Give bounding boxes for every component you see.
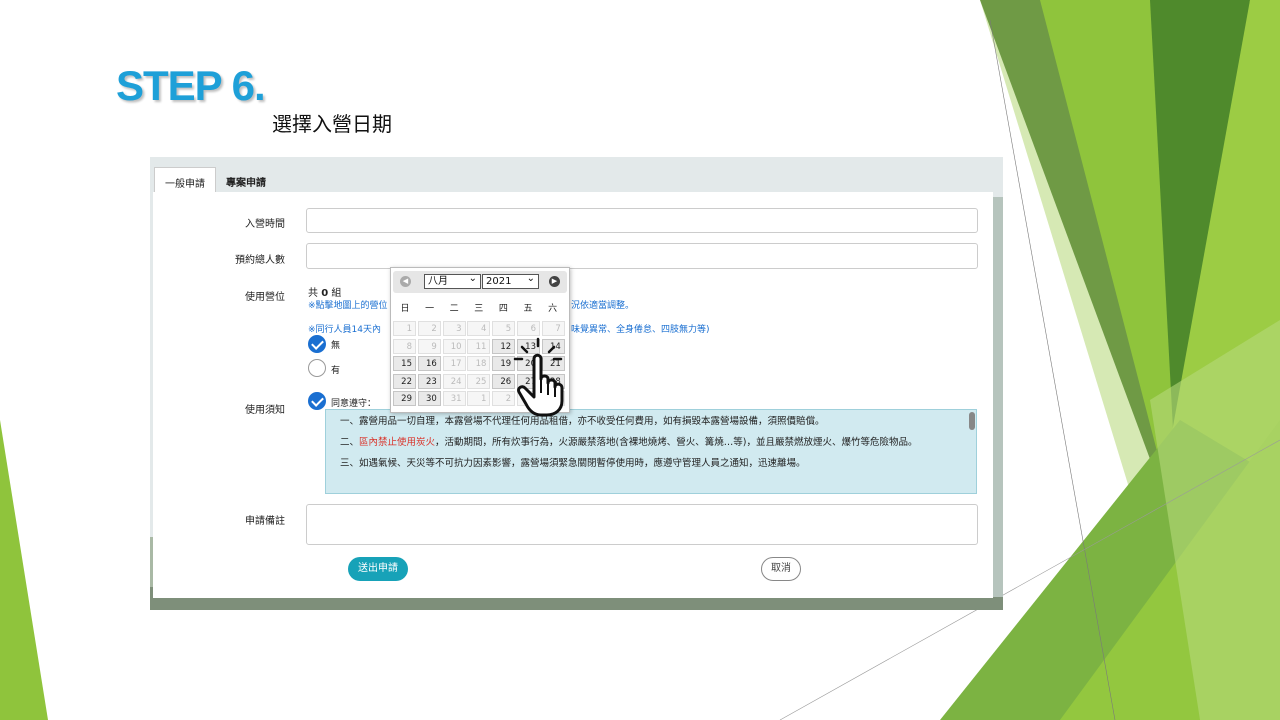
notice-scrollbar[interactable] xyxy=(969,412,975,430)
calendar-day[interactable]: 22 xyxy=(393,373,416,389)
cancel-button[interactable]: 取消 xyxy=(761,557,801,581)
pointing-hand-icon xyxy=(513,337,564,417)
year-select[interactable]: 2021 xyxy=(482,272,539,289)
companion-note: ※同行人員14天內 xyxy=(308,325,381,335)
camp-time-input[interactable] xyxy=(306,208,978,233)
health-none-label: 無 xyxy=(331,341,341,351)
calendar-day: 7 xyxy=(541,321,565,336)
weekday-label: 五 xyxy=(523,304,533,314)
health-yes-label: 有 xyxy=(331,366,341,376)
remark-textarea[interactable] xyxy=(306,504,978,545)
health-none-radio[interactable] xyxy=(308,335,326,353)
calendar-day[interactable]: 15 xyxy=(393,356,416,372)
site-count: 共 0 組 xyxy=(308,288,342,299)
calendar-day: 4 xyxy=(467,321,491,336)
submit-button[interactable]: 送出申請 xyxy=(348,557,408,581)
tab-project-application[interactable]: 專案申請 xyxy=(216,167,276,193)
calendar-day: 1 xyxy=(393,321,416,336)
calendar-day: 17 xyxy=(442,356,466,372)
health-yes-radio[interactable] xyxy=(308,359,326,377)
people-count-input[interactable] xyxy=(306,243,978,269)
step-title: STEP 6. xyxy=(116,62,266,109)
form-screenshot: 一般申請 專案申請 入營時間 預約總人數 使用營位 共 0 組 ※點擊地圖上的營… xyxy=(150,157,1003,610)
calendar-day: 1 xyxy=(467,391,491,407)
rule-item: 一、露營用品一切自理，本露營場不代理任何用品租借，亦不收受任何費用，如有損毀本露… xyxy=(340,416,825,427)
rules-label: 使用須知 xyxy=(245,405,285,416)
rules-notice[interactable]: 一、露營用品一切自理，本露營場不代理任何用品租借，亦不收受任何費用，如有損毀本露… xyxy=(325,409,977,494)
slide: STEP 6. 選擇入營日期 一般申請 專案申請 入營時間 預約總人數 使用營位… xyxy=(0,0,1280,720)
tab-bar: 一般申請 專案申請 xyxy=(154,167,276,193)
people-label: 預約總人數 xyxy=(235,255,285,266)
agree-checkbox[interactable] xyxy=(308,392,326,410)
calendar-day: 11 xyxy=(467,338,491,354)
calendar-day: 9 xyxy=(417,338,441,354)
site-note: ※點擊地圖上的營位 xyxy=(308,301,388,311)
calendar-day: 8 xyxy=(393,338,416,354)
camp-time-label: 入營時間 xyxy=(245,219,285,230)
calendar-day: 10 xyxy=(442,338,466,354)
month-select[interactable]: 八月 xyxy=(424,272,481,289)
weekday-label: 一 xyxy=(425,304,435,314)
calendar-day: 25 xyxy=(467,373,491,389)
calendar-day[interactable]: 30 xyxy=(417,391,441,407)
calendar-day[interactable]: 23 xyxy=(417,373,441,389)
application-form: 入營時間 預約總人數 使用營位 共 0 組 ※點擊地圖上的營位 況依適當調整。 … xyxy=(153,192,993,598)
rule-item: 二、區內禁止使用炭火，活動期間，所有炊事行為，火源嚴禁落地(含裸地燒烤、營火、篝… xyxy=(340,437,918,448)
calendar-prev-icon[interactable]: ◀ xyxy=(400,276,411,287)
tab-general-application[interactable]: 一般申請 xyxy=(154,167,216,193)
calendar-day[interactable]: 16 xyxy=(417,356,441,372)
calendar-day: 24 xyxy=(442,373,466,389)
calendar-day: 5 xyxy=(492,321,516,336)
calendar-day: 31 xyxy=(442,391,466,407)
calendar-day: 18 xyxy=(467,356,491,372)
step-subtitle: 選擇入營日期 xyxy=(272,112,392,136)
site-label: 使用營位 xyxy=(245,292,285,303)
weekday-label: 六 xyxy=(548,304,558,314)
site-note-tail: 況依適當調整。 xyxy=(571,301,635,311)
companion-note-tail: 味覺異常、全身倦怠、四肢無力等) xyxy=(571,325,710,335)
date-picker-header: ◀ 八月 2021 ▶ xyxy=(393,271,567,293)
weekday-label: 二 xyxy=(449,304,459,314)
calendar-day: 6 xyxy=(517,321,540,336)
weekday-label: 日 xyxy=(400,304,410,314)
calendar-day[interactable]: 29 xyxy=(393,391,416,407)
calendar-next-icon[interactable]: ▶ xyxy=(549,276,560,287)
rule-item: 三、如遇氣候、天災等不可抗力因素影響，露營場須緊急關閉暫停使用時，應遵守管理人員… xyxy=(340,458,806,469)
calendar-day: 2 xyxy=(417,321,441,336)
remark-label: 申請備註 xyxy=(245,516,285,527)
calendar-day: 3 xyxy=(442,321,466,336)
weekday-label: 三 xyxy=(474,304,484,314)
weekday-label: 四 xyxy=(498,304,508,314)
agree-label: 同意遵守： xyxy=(331,399,377,409)
